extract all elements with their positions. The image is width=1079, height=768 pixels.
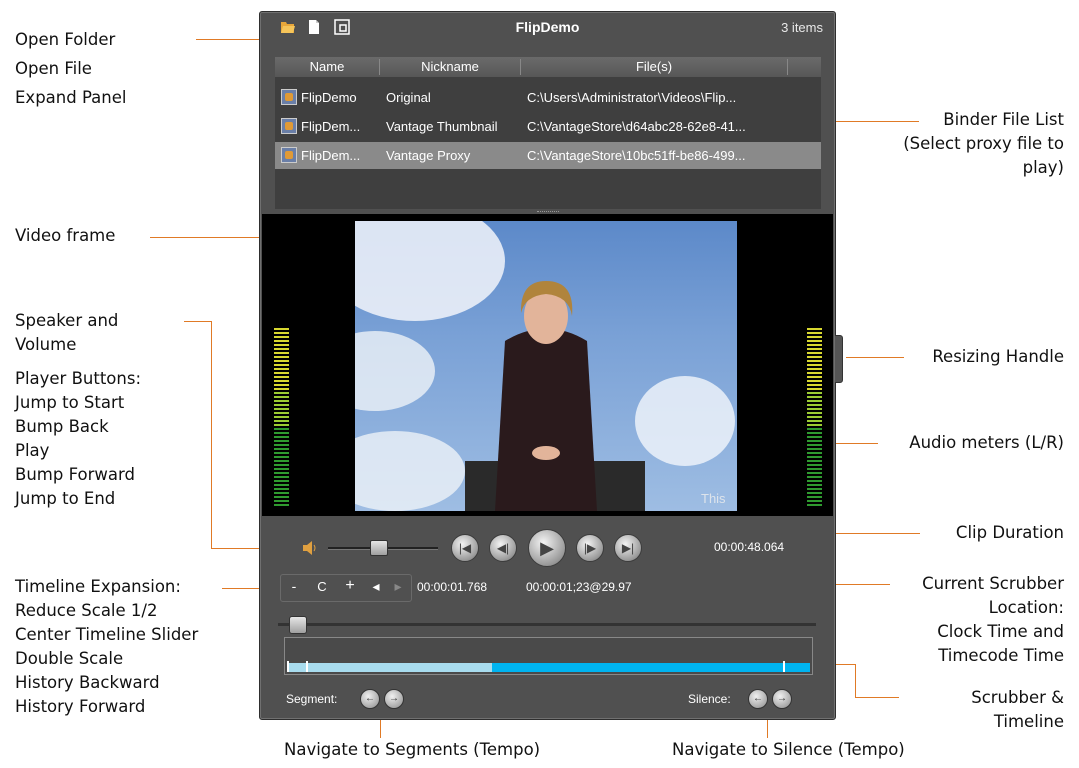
play-button[interactable]: ▶ — [528, 529, 566, 567]
column-header-name[interactable]: Name — [275, 59, 380, 75]
row-nickname: Original — [386, 90, 431, 105]
file-list-row[interactable]: FlipDemo Original C:\Users\Administrator… — [275, 84, 821, 111]
leader-scrubber-vertical — [855, 664, 856, 698]
player-controls: |◀ ◀| ▶ |▶ ▶| 00:00:48.064 - C + ◂ ▸ 00:… — [260, 516, 835, 716]
jump-to-end-button[interactable]: ▶| — [614, 534, 642, 562]
flipdemo-panel: FlipDemo 3 items Name Nickname File(s) F… — [259, 11, 843, 720]
video-file-icon — [281, 89, 297, 105]
timecode: 00:00:01;23@29.97 — [526, 580, 632, 594]
audio-meter-right — [807, 328, 822, 510]
callout-clip-duration: Clip Duration — [955, 523, 1064, 542]
callout-video-frame: Video frame — [15, 226, 116, 245]
panel-toolbar: FlipDemo 3 items — [260, 12, 835, 42]
file-list-header: Name Nickname File(s) — [275, 57, 821, 77]
clock-time: 00:00:01.768 — [417, 580, 488, 594]
timeline-marker — [306, 661, 308, 672]
file-list-row[interactable]: FlipDem... Vantage Thumbnail C:\VantageS… — [275, 113, 821, 140]
callout-expand-panel: Expand Panel — [15, 88, 127, 107]
leader-scrubber-bottom — [855, 697, 899, 698]
timeline[interactable] — [284, 637, 813, 675]
segment-label: Segment: — [286, 692, 338, 706]
video-file-icon — [281, 147, 297, 163]
binder-file-list: Name Nickname File(s) FlipDemo Original … — [275, 57, 821, 209]
callout-speaker-volume: Speaker and Volume — [15, 311, 119, 354]
jump-to-start-button[interactable]: |◀ — [451, 534, 479, 562]
callout-open-folder: Open Folder — [15, 30, 116, 49]
app-title: FlipDemo — [515, 19, 580, 35]
row-name: FlipDem... — [301, 148, 361, 163]
center-timeline-button[interactable]: C — [315, 579, 329, 594]
audio-meter-left — [274, 328, 289, 510]
column-header-nickname[interactable]: Nickname — [380, 59, 521, 75]
callout-scrubber-timeline: Scrubber & Timeline — [971, 688, 1064, 731]
video-frame: This — [355, 221, 737, 511]
column-header-files[interactable]: File(s) — [521, 59, 788, 75]
row-file: C:\VantageStore\d64abc28-62e8-41... — [527, 119, 746, 134]
video-file-icon — [281, 118, 297, 134]
scrubber-knob[interactable] — [288, 616, 307, 634]
callout-resizing-handle: Resizing Handle — [932, 347, 1064, 366]
clip-duration: 00:00:48.064 — [714, 540, 785, 554]
callout-audio-meters: Audio meters (L/R) — [909, 433, 1064, 452]
double-scale-button[interactable]: + — [343, 577, 357, 595]
segment-back-button[interactable]: ← — [360, 689, 380, 709]
video-watermark: This — [701, 491, 726, 506]
silence-back-button[interactable]: ← — [748, 689, 768, 709]
timeline-bar[interactable] — [287, 661, 810, 672]
silence-label: Silence: — [688, 692, 731, 706]
callout-navigate-silence: Navigate to Silence (Tempo) — [672, 740, 905, 759]
history-forward-button[interactable]: ▸ — [391, 578, 405, 595]
file-list-row-selected[interactable]: FlipDem... Vantage Proxy C:\VantageStore… — [275, 142, 821, 169]
speaker-icon[interactable] — [302, 541, 318, 560]
segment-forward-button[interactable]: → — [384, 689, 404, 709]
row-name: FlipDem... — [301, 119, 361, 134]
bump-back-button[interactable]: ◀| — [489, 534, 517, 562]
timeline-marker — [287, 661, 289, 672]
callout-current-scrubber: Current Scrubber Location: Clock Time an… — [922, 574, 1064, 665]
timeline-expansion-group: - C + ◂ ▸ — [280, 574, 412, 602]
row-name: FlipDemo — [301, 90, 357, 105]
callout-timeline-expansion: Timeline Expansion: Reduce Scale 1/2 Cen… — [15, 577, 199, 716]
video-area: This — [262, 214, 833, 516]
timeline-played-segment — [287, 663, 492, 672]
leader-resizing-handle — [846, 357, 904, 358]
row-nickname: Vantage Thumbnail — [386, 119, 498, 134]
bump-forward-button[interactable]: |▶ — [576, 534, 604, 562]
items-count: 3 items — [781, 20, 823, 35]
row-file: C:\VantageStore\10bc51ff-be86-499... — [527, 148, 746, 163]
callout-open-file: Open File — [15, 59, 92, 78]
callout-binder-file-list: Binder File List (Select proxy file to p… — [903, 110, 1064, 177]
resizing-handle[interactable] — [835, 335, 843, 383]
row-file: C:\Users\Administrator\Videos\Flip... — [527, 90, 737, 105]
reduce-scale-button[interactable]: - — [287, 578, 301, 594]
volume-slider-knob[interactable] — [369, 540, 388, 556]
callout-player-buttons: Player Buttons: Jump to Start Bump Back … — [15, 369, 142, 508]
row-nickname: Vantage Proxy — [386, 148, 471, 163]
volume-slider[interactable] — [328, 540, 438, 556]
timeline-marker — [783, 661, 785, 672]
scrubber-track[interactable] — [278, 616, 816, 634]
leader-speaker-vertical — [211, 321, 212, 549]
leader-speaker-top — [184, 321, 212, 322]
silence-forward-button[interactable]: → — [772, 689, 792, 709]
callout-navigate-segments: Navigate to Segments (Tempo) — [284, 740, 541, 759]
history-back-button[interactable]: ◂ — [369, 578, 383, 595]
